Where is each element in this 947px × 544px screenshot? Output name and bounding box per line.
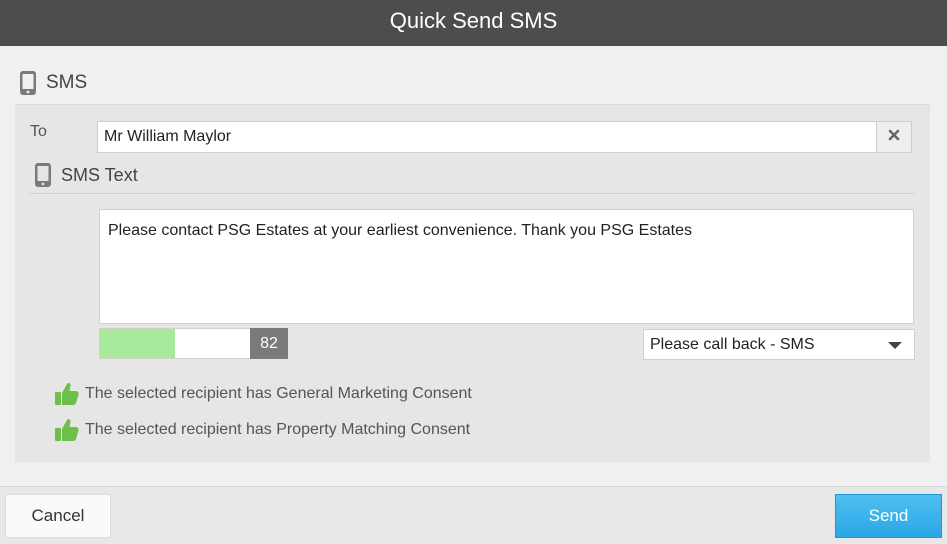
consent-text: The selected recipient has Property Matc… [85,421,471,438]
consent-row-property-matching: The selected recipient has Property Matc… [54,417,470,443]
consent-text: The selected recipient has General Marke… [85,385,472,402]
clear-recipient-button[interactable] [877,121,912,153]
sms-text-heading: SMS Text [61,165,138,185]
chevron-down-icon [888,342,902,349]
thumbs-up-icon [54,381,80,407]
dialog-footer [0,486,947,544]
character-count-fill [100,329,175,358]
character-count: 82 [250,328,288,359]
section-divider [30,193,915,194]
sms-section-heading: SMS [46,72,88,93]
close-icon [888,128,900,146]
window-title: Quick Send SMS [0,0,947,46]
selected-template: Please call back - SMS [650,336,815,353]
send-button[interactable]: Send [835,494,942,538]
mobile-phone-icon [18,70,38,96]
sms-template-select[interactable]: Please call back - SMS [643,329,915,360]
cancel-button[interactable]: Cancel [5,494,111,538]
character-count-bar [99,328,251,359]
thumbs-up-icon [54,417,80,443]
consent-row-marketing: The selected recipient has General Marke… [54,381,472,407]
recipient-field[interactable]: Mr William Maylor [97,121,877,153]
to-label: To [30,123,47,140]
mobile-phone-icon [33,162,53,188]
sms-message-textarea[interactable]: Please contact PSG Estates at your earli… [99,209,914,324]
